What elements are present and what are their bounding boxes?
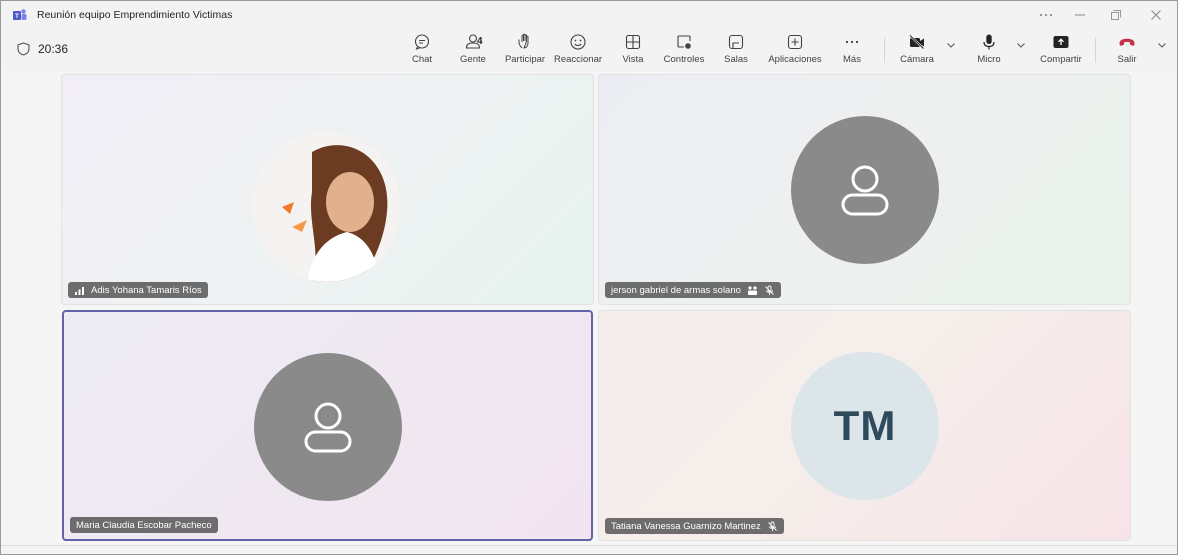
participant-name: Maria Claudia Escobar Pacheco	[76, 519, 212, 531]
participant-tile[interactable]: TM Tatiana Vanessa Guarnizo Martinez	[598, 310, 1131, 541]
profile-photo	[252, 132, 402, 282]
emoji-icon	[570, 34, 586, 50]
people-button[interactable]: 4 Gente	[447, 33, 499, 65]
avatar	[791, 116, 939, 264]
controls-label: Controles	[663, 54, 705, 65]
leave-button[interactable]: Salir	[1101, 33, 1153, 65]
meeting-toolbar: 20:36 Chat 4 Gente Participar Reaccionar…	[1, 29, 1177, 71]
share-button[interactable]: Compartir	[1035, 33, 1087, 65]
presenter-icon	[747, 285, 757, 295]
title-bar: T Reunión equipo Emprendimiento Victimas	[1, 1, 1177, 29]
avatar	[254, 353, 402, 501]
participant-name-tag: Maria Claudia Escobar Pacheco	[70, 517, 218, 533]
more-button[interactable]: Más	[826, 33, 878, 65]
microphone-icon	[983, 34, 995, 50]
participant-tile[interactable]: Adis Yohana Tamaris Ríos	[61, 74, 594, 305]
camera-chevron-down-icon[interactable]	[945, 39, 957, 51]
view-label: Vista	[622, 54, 644, 65]
people-count: 4	[477, 36, 483, 47]
toolbar-divider-2	[1095, 37, 1096, 63]
participant-name-tag: Adis Yohana Tamaris Ríos	[68, 282, 208, 298]
controls-button[interactable]: Controles	[658, 33, 710, 65]
rooms-label: Salas	[724, 54, 748, 65]
mic-button[interactable]: Micro	[963, 33, 1015, 65]
participant-name: Adis Yohana Tamaris Ríos	[91, 284, 202, 296]
camera-button[interactable]: Cámara	[891, 33, 943, 65]
chat-icon	[414, 34, 430, 50]
raise-hand-icon	[518, 33, 529, 49]
react-button[interactable]: Reaccionar	[552, 33, 604, 65]
hang-up-icon	[1119, 38, 1135, 46]
participant-name-tag: Tatiana Vanessa Guarnizo Martinez	[605, 518, 784, 534]
mic-label: Micro	[977, 54, 1001, 65]
participant-tile-active[interactable]: Maria Claudia Escobar Pacheco	[62, 310, 593, 541]
person-icon	[304, 402, 352, 453]
teams-meeting-window: T Reunión equipo Emprendimiento Victimas…	[0, 0, 1178, 555]
participant-name-tag: jerson gabriel de armas solano	[605, 282, 781, 298]
more-label: Más	[843, 54, 861, 65]
bottom-bar	[1, 545, 1177, 554]
meeting-timer: 20:36	[17, 42, 68, 56]
more-dots-icon	[845, 40, 859, 44]
close-icon[interactable]	[1141, 5, 1171, 25]
chat-label: Chat	[411, 54, 433, 65]
mic-off-icon	[765, 285, 774, 295]
leave-chevron-down-icon[interactable]	[1156, 39, 1168, 51]
signal-icon	[75, 286, 84, 295]
share-screen-icon	[1053, 36, 1069, 48]
view-button[interactable]: Vista	[607, 33, 659, 65]
mic-chevron-down-icon[interactable]	[1015, 39, 1027, 51]
chat-button[interactable]: Chat	[396, 33, 448, 65]
more-icon[interactable]	[1031, 5, 1061, 25]
mic-off-icon	[767, 521, 777, 531]
controls-icon	[677, 35, 691, 49]
avatar-initials: TM	[833, 402, 897, 449]
timer-text: 20:36	[38, 42, 69, 56]
participant-photo-icon	[252, 132, 402, 282]
teams-logo: T	[13, 9, 27, 20]
add-app-icon	[787, 34, 803, 50]
apps-label: Aplicaciones	[768, 54, 822, 65]
breakout-rooms-icon	[728, 34, 744, 50]
restore-icon[interactable]	[1101, 5, 1131, 25]
initials-avatar: TM	[791, 352, 939, 500]
people-label: Gente	[460, 54, 486, 65]
participant-tile[interactable]: jerson gabriel de armas solano	[598, 74, 1131, 305]
raise-hand-label: Participar	[504, 54, 546, 65]
toolbar-divider	[884, 37, 885, 63]
camera-off-icon	[909, 34, 925, 50]
rooms-button[interactable]: Salas	[710, 33, 762, 65]
grid-view-icon	[625, 34, 641, 50]
raise-hand-button[interactable]: Participar	[499, 33, 551, 65]
participant-name: jerson gabriel de armas solano	[611, 284, 741, 296]
person-icon	[841, 165, 889, 216]
window-title: Reunión equipo Emprendimiento Victimas	[37, 9, 233, 21]
camera-label: Cámara	[900, 54, 934, 65]
share-label: Compartir	[1040, 54, 1082, 65]
react-label: Reaccionar	[553, 54, 603, 65]
minimize-icon[interactable]	[1065, 5, 1095, 25]
leave-label: Salir	[1117, 54, 1137, 65]
svg-text:T: T	[15, 14, 19, 20]
apps-button[interactable]: Aplicaciones	[768, 33, 822, 65]
participant-name: Tatiana Vanessa Guarnizo Martinez	[611, 520, 761, 532]
shield-icon	[17, 42, 30, 56]
